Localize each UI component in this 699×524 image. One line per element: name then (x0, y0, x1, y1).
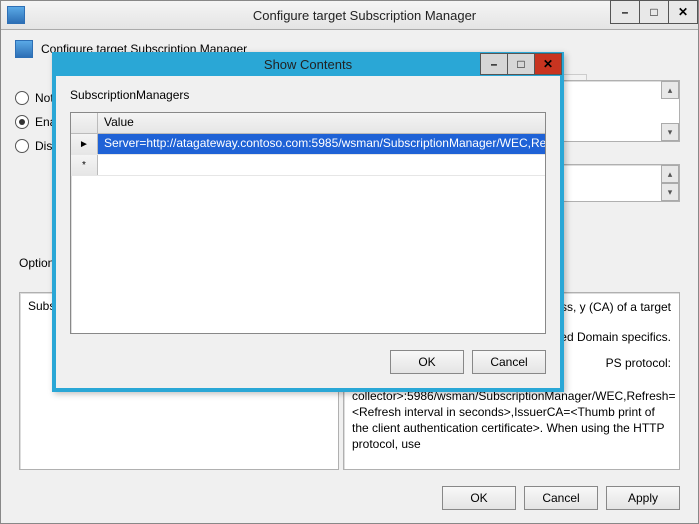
grid-row-marker: * (71, 155, 98, 175)
outer-maximize-button[interactable]: □ (639, 0, 669, 24)
outer-titlebar: Configure target Subscription Manager – … (1, 1, 698, 30)
grid-cell-value[interactable] (98, 155, 545, 175)
inner-ok-button[interactable]: OK (390, 350, 464, 374)
scroll-up-icon[interactable]: ▴ (661, 81, 679, 99)
grid-column-value: Value (98, 113, 545, 133)
inner-cancel-button[interactable]: Cancel (472, 350, 546, 374)
outer-minimize-button[interactable]: – (610, 0, 640, 24)
inner-minimize-button[interactable]: – (480, 53, 508, 75)
scroll-up-icon[interactable]: ▴ (661, 165, 679, 183)
grid-row[interactable]: ► Server=http://atagateway.contoso.com:5… (71, 134, 545, 155)
radio-not-configured-label: Not (35, 91, 54, 105)
scroll-down-icon[interactable]: ▾ (661, 123, 679, 141)
outer-close-button[interactable]: ✕ (668, 0, 698, 24)
radio-not-configured[interactable] (15, 91, 29, 105)
grid-row-marker: ► (71, 134, 98, 154)
outer-apply-button[interactable]: Apply (606, 486, 680, 510)
grid-header: Value (71, 113, 545, 134)
policy-icon (15, 40, 33, 58)
grid-label: SubscriptionManagers (70, 88, 546, 102)
inner-close-button[interactable]: ✕ (534, 53, 562, 75)
subscription-managers-grid[interactable]: Value ► Server=http://atagateway.contoso… (70, 112, 546, 334)
outer-ok-button[interactable]: OK (442, 486, 516, 510)
radio-enabled[interactable] (15, 115, 29, 129)
outer-cancel-button[interactable]: Cancel (524, 486, 598, 510)
inner-titlebar: Show Contents – □ ✕ (52, 52, 564, 76)
radio-disabled[interactable] (15, 139, 29, 153)
scroll-down-icon[interactable]: ▾ (661, 183, 679, 201)
grid-row[interactable]: * (71, 155, 545, 176)
outer-window-title: Configure target Subscription Manager (31, 8, 698, 23)
show-contents-dialog: Show Contents – □ ✕ SubscriptionManagers… (52, 52, 564, 392)
inner-maximize-button[interactable]: □ (507, 53, 535, 75)
app-icon (7, 6, 25, 24)
grid-cell-value[interactable]: Server=http://atagateway.contoso.com:598… (98, 134, 545, 154)
